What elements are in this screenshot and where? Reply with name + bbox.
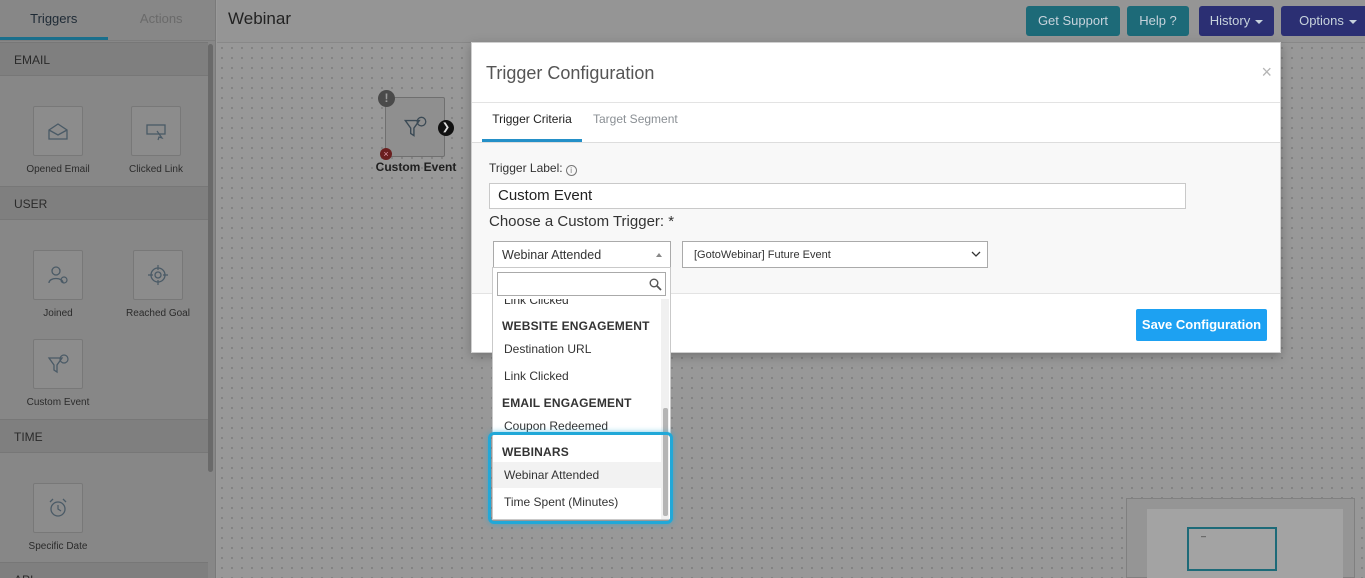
modal-title: Trigger Configuration (486, 63, 655, 83)
warning-icon: ! (378, 90, 395, 107)
joined-tile (33, 250, 83, 300)
history-label: History (1209, 13, 1251, 28)
group-email-engagement: EMAIL ENGAGEMENT (502, 396, 632, 410)
specific-date-tile (33, 483, 83, 533)
option-coupon-redeemed[interactable]: Coupon Redeemed (493, 413, 661, 439)
tile-label: Specific Date (28, 541, 88, 552)
clicked-link-tile (131, 106, 181, 156)
canvas-node-custom-event[interactable] (385, 97, 445, 157)
option-link-clicked[interactable]: Link Clicked (493, 363, 661, 389)
choose-custom-trigger-label: Choose a Custom Trigger: * (489, 213, 675, 230)
tab-trigger-criteria[interactable]: Trigger Criteria (482, 103, 582, 142)
trigger-specific-date[interactable]: Specific Date (8, 483, 108, 552)
minimap-viewport[interactable]: – (1187, 527, 1277, 571)
search-icon (649, 278, 662, 291)
dropdown-option[interactable]: Link Clicked (504, 299, 569, 307)
chevron-up-icon (656, 253, 662, 257)
custom-event-tile (33, 339, 83, 389)
node-label: Custom Event (375, 160, 457, 174)
event-select[interactable]: [GotoWebinar] Future Event (682, 241, 988, 268)
dropdown-scroll-thumb[interactable] (663, 408, 668, 516)
section-time-header: TIME (0, 419, 208, 453)
left-sidebar: Triggers Actions EMAIL Opened Email Clic… (0, 0, 216, 578)
custom-trigger-dropdown: Link Clicked WEBSITE ENGAGEMENT Destinat… (492, 267, 671, 520)
tab-triggers[interactable]: Triggers (0, 0, 108, 40)
tile-label: Clicked Link (129, 164, 183, 175)
dropdown-search-input[interactable] (497, 272, 666, 296)
arrow-right-icon[interactable]: ❯ (438, 120, 454, 136)
event-value: [GotoWebinar] Future Event (694, 249, 831, 261)
top-bar: Webinar Get Support Help ? History Optio… (217, 0, 1365, 43)
trigger-opened-email[interactable]: Opened Email (8, 106, 108, 175)
group-website-engagement: WEBSITE ENGAGEMENT (502, 319, 650, 333)
section-email-header: EMAIL (0, 42, 208, 76)
trigger-joined[interactable]: Joined (8, 250, 108, 319)
option-webinar-attended[interactable]: Webinar Attended (493, 462, 661, 488)
modal-tabs: Trigger Criteria Target Segment (472, 103, 1280, 143)
get-support-button[interactable]: Get Support (1026, 6, 1120, 36)
trigger-custom-event[interactable]: Custom Event (8, 339, 108, 408)
help-button[interactable]: Help ? (1127, 6, 1189, 36)
trigger-label-text: Trigger Label: (489, 161, 563, 175)
history-button[interactable]: History (1199, 6, 1274, 36)
tab-target-segment[interactable]: Target Segment (593, 103, 678, 142)
dropdown-options: Link Clicked WEBSITE ENGAGEMENT Destinat… (493, 299, 661, 519)
opened-email-icon (48, 123, 68, 140)
trigger-label-field-label: Trigger Label: i (489, 161, 577, 176)
page-title: Webinar (228, 9, 291, 28)
error-icon[interactable]: × (380, 148, 392, 160)
group-webinars: WEBINARS (502, 445, 569, 459)
minimap-marker: – (1201, 531, 1207, 541)
custom-trigger-value: Webinar Attended (502, 248, 602, 262)
funnel-icon (403, 116, 427, 137)
section-api-header: API (0, 562, 208, 578)
tile-label: Reached Goal (126, 308, 190, 319)
options-button[interactable]: Options (1281, 6, 1365, 36)
chevron-down-icon (1348, 19, 1357, 24)
close-icon[interactable]: × (1261, 62, 1272, 83)
tile-label: Opened Email (26, 164, 90, 175)
chevron-down-icon (1255, 19, 1264, 24)
option-time-spent[interactable]: Time Spent (Minutes) (493, 489, 661, 515)
options-label: Options (1299, 13, 1344, 28)
sidebar-tabs: Triggers Actions (0, 0, 215, 41)
tile-label: Joined (43, 308, 73, 319)
save-configuration-button[interactable]: Save Configuration (1136, 309, 1267, 341)
info-icon[interactable]: i (565, 165, 577, 176)
chevron-down-icon (971, 251, 981, 257)
tab-actions[interactable]: Actions (108, 0, 216, 40)
trigger-clicked-link[interactable]: Clicked Link (106, 106, 206, 175)
reached-goal-tile (133, 250, 183, 300)
option-destination-url[interactable]: Destination URL (493, 336, 661, 362)
clicked-link-icon (146, 124, 166, 141)
alarm-clock-icon (49, 498, 67, 517)
minimap[interactable]: – (1126, 498, 1355, 578)
trigger-label-input[interactable]: Custom Event (489, 183, 1186, 209)
opened-email-tile (33, 106, 83, 156)
tile-label: Custom Event (26, 397, 90, 408)
target-icon (148, 265, 168, 285)
funnel-icon (47, 354, 69, 374)
custom-trigger-select[interactable]: Webinar Attended (493, 241, 671, 268)
trigger-reached-goal[interactable]: Reached Goal (108, 250, 208, 319)
section-user-header: USER (0, 186, 208, 220)
joined-icon (48, 266, 68, 284)
sidebar-scrollbar[interactable] (208, 44, 213, 472)
